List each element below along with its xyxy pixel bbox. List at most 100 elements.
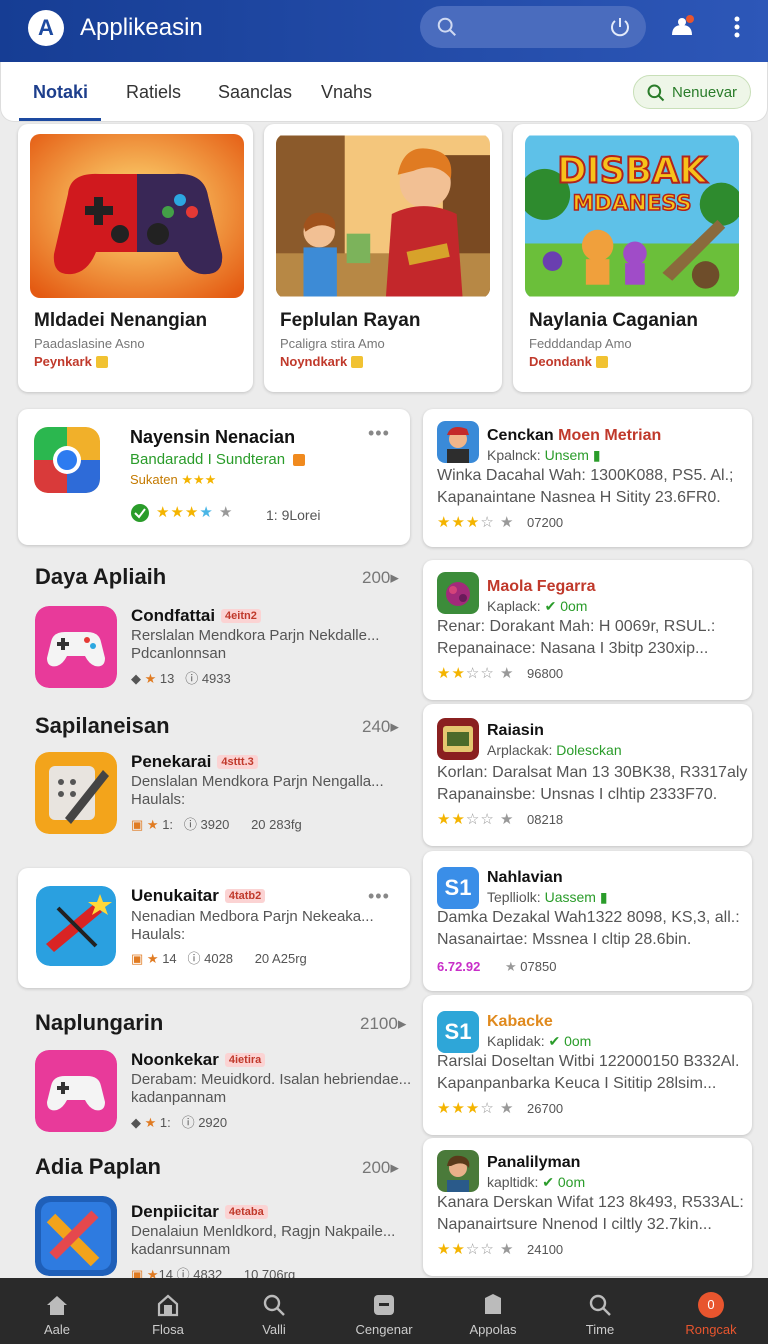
- rating-stars: ★★☆☆ ★: [437, 665, 515, 682]
- app-meta: ◆ ★ 1: ⓘ 2920: [131, 1115, 228, 1130]
- section-count[interactable]: 200▸: [362, 568, 399, 588]
- meta-value-1: 1:: [162, 817, 174, 832]
- app-logo-icon[interactable]: A: [28, 10, 64, 46]
- new-button[interactable]: Nenuevar: [633, 75, 751, 109]
- nav-home[interactable]: Aale: [12, 1278, 102, 1344]
- check-icon: [131, 504, 149, 522]
- nav-profile[interactable]: 0 Rongcak: [666, 1278, 756, 1344]
- app-description: Rerslalan Mendkora Parjn Nekdalle...: [131, 627, 380, 644]
- spotlight-status: Sukaten ★★★: [130, 472, 216, 488]
- meta-value-1: 14: [162, 951, 177, 966]
- nav-apps[interactable]: Appolas: [448, 1278, 538, 1344]
- download-count: 26700: [527, 1101, 564, 1116]
- app-detail-2: Kapanaintane Nasnea H Sitity 23.6FR0.: [437, 489, 721, 506]
- tab-ratiels[interactable]: Ratiels: [126, 82, 181, 103]
- download-count: ★ 07850: [505, 959, 557, 974]
- app-name: Condfattai 4eitn2: [131, 606, 261, 626]
- app-title: Kabacke: [487, 1013, 553, 1030]
- download-count: 24100: [527, 1242, 564, 1257]
- search-icon: [263, 1294, 285, 1316]
- app-list-card[interactable]: Maola Fegarra Kaplack: ✔ 0om Renar: Dora…: [423, 560, 752, 700]
- new-button-label: Nenuevar: [672, 84, 738, 101]
- nav-store[interactable]: Flosa: [123, 1278, 213, 1344]
- app-name-label: Noonkekar: [131, 1050, 219, 1069]
- gamepad-artwork: [30, 134, 244, 298]
- section-count[interactable]: 2100▸: [360, 1014, 406, 1034]
- more-options-icon[interactable]: •••: [368, 886, 390, 907]
- section-count-label: 2100: [360, 1014, 398, 1033]
- app-detail: Kanara Derskan Wifat 123 8k493, R533AL:: [437, 1194, 744, 1211]
- app-name: Noonkekar 4ietira: [131, 1050, 266, 1070]
- section-count[interactable]: 240▸: [362, 717, 399, 737]
- app-title-accent: Moen Metrian: [558, 427, 662, 444]
- more-icon[interactable]: [730, 14, 744, 40]
- search-icon: [589, 1294, 611, 1316]
- rating-text: 1: 9Lorei: [266, 507, 321, 523]
- section-count-label: 200: [362, 568, 391, 587]
- tab-saanclas[interactable]: Saanclas: [218, 82, 292, 103]
- app-meta: ▣ ★ 1: ⓘ 3920 20 283fg: [131, 817, 302, 832]
- featured-subtitle: Pcaligra stira Amo: [280, 336, 385, 351]
- section-count[interactable]: 200▸: [362, 1158, 399, 1178]
- app-list-card[interactable]: S1 Nahlavian Teplliolk: Uassem ▮ Damka D…: [423, 851, 752, 991]
- nav-category[interactable]: Cengenar: [339, 1278, 429, 1344]
- cash-app-icon: [437, 718, 479, 760]
- app-name-label: Penekarai: [131, 752, 212, 771]
- design-app-icon: [35, 1196, 117, 1276]
- featured-card[interactable]: Mldadei Nenangian Paadaslasine Asno Peyn…: [18, 124, 253, 392]
- featured-tag-label: Deondank: [529, 354, 592, 369]
- nav-label: Rongcak: [685, 1322, 737, 1337]
- category-icon: [374, 1295, 394, 1315]
- version-badge: 4eitn2: [221, 609, 261, 623]
- app-list-card[interactable]: Cenckan Moen Metrian Kpalnck: Unsem ▮ Wi…: [423, 409, 752, 547]
- artwork-title-text: DISBAK: [557, 151, 708, 192]
- tool-knife-app-icon: [36, 886, 116, 966]
- status-label: Sukaten: [130, 472, 178, 487]
- spotlight-title: Nayensin Nenacian: [130, 427, 296, 447]
- more-options-icon[interactable]: •••: [368, 423, 390, 444]
- app-description: Derabam: Meuidkord. Isalan hebriendae...: [131, 1071, 412, 1088]
- nav-search[interactable]: Valli: [229, 1278, 319, 1344]
- tab-notaki[interactable]: Notaki: [33, 82, 88, 103]
- app-list-card[interactable]: Raiasin Arplackak: Dolesckan Korlan: Dar…: [423, 704, 752, 846]
- developer-label: Bandaradd I Sundteran: [130, 451, 286, 468]
- app-sub-label: Teplliolk:: [487, 889, 541, 905]
- app-title: Raiasin: [487, 722, 544, 739]
- gamepad-app-icon: [35, 1050, 117, 1132]
- rating-stars: ★★★★ ★: [156, 504, 234, 521]
- spotlight-card[interactable]: Nayensin Nenacian Bandaradd I Sundteran …: [18, 409, 410, 545]
- app-detail: Damka Dezakal Wah1322 8098, KS,3, all.:: [437, 909, 740, 926]
- app-detail: Winka Dacahal Wah: 1300K088, PS5. Al.;: [437, 467, 734, 484]
- featured-card[interactable]: Feplulan Rayan Pcaligra stira Amo Noyndk…: [264, 124, 502, 392]
- featured-card[interactable]: DISBAK MDANESS Naylania Caganian Fedddan…: [513, 124, 751, 392]
- app-description-2: kadanpannam: [131, 1089, 227, 1106]
- app-sub: kapltidk: ✔ 0om: [487, 1174, 586, 1190]
- s1-app-icon: S1: [437, 1011, 479, 1053]
- app-description: Nenadian Medbora Parjn Nekeaka...: [131, 908, 374, 925]
- meta-value-1: 13: [159, 671, 175, 686]
- app-title-label: Cenckan: [487, 427, 554, 444]
- app-meta: ◆ ★ 13 ⓘ 4933: [131, 671, 231, 686]
- featured-subtitle: Fedddandap Amo: [529, 336, 632, 351]
- power-icon[interactable]: [608, 15, 632, 39]
- nav-time[interactable]: Time: [555, 1278, 645, 1344]
- app-sub-accent: Uassem: [544, 889, 596, 905]
- notification-icon[interactable]: [668, 13, 696, 41]
- meta-value-1: 1:: [159, 1115, 171, 1130]
- featured-tag: Noyndkark: [280, 354, 364, 369]
- app-title: Maola Fegarra: [487, 578, 596, 595]
- app-list-card[interactable]: S1 Kabacke Kaplidak: ✔ 0om Rarslai Dosel…: [423, 995, 752, 1135]
- adventure-artwork: [276, 135, 490, 297]
- app-detail-2: Kapanpanbarka Keuca I Sititip 28lsim...: [437, 1075, 717, 1092]
- search-bar[interactable]: [420, 6, 646, 48]
- featured-tag-label: Peynkark: [34, 354, 92, 369]
- featured-title: Naylania Caganian: [529, 310, 698, 331]
- app-list-card[interactable]: Panalilyman kapltidk: ✔ 0om Kanara Dersk…: [423, 1138, 752, 1276]
- spotlight-developer: Bandaradd I Sundteran: [130, 451, 306, 468]
- app-card[interactable]: Uenukaitar 4tatb2 Nenadian Medbora Parjn …: [18, 868, 410, 988]
- tab-vnahs[interactable]: Vnahs: [321, 82, 372, 103]
- app-description: Denalaiun Menldkord, Ragjn Nakpaile...: [131, 1223, 396, 1240]
- artwork-subtitle-text: MDANESS: [573, 191, 692, 216]
- version-badge: 4tatb2: [224, 889, 266, 903]
- app-detail-2: Napanairtsure Nnenod I ciltly 32.7kin...: [437, 1216, 712, 1233]
